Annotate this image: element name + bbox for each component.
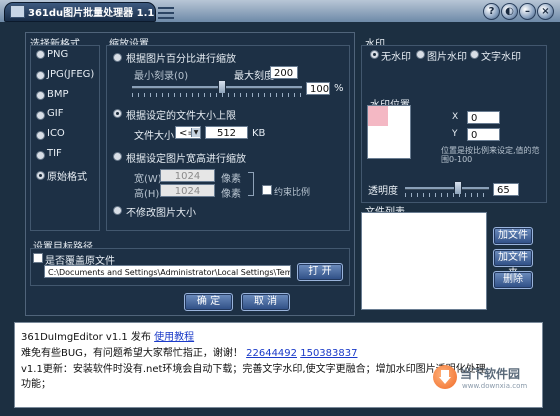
- percent-slider[interactable]: [132, 86, 302, 89]
- log-line-2: 难免有些BUG，有问题希望大家帮忙指正，谢谢！ 22644492 1503838…: [21, 344, 357, 359]
- height-input[interactable]: 1024: [160, 184, 215, 197]
- window-title: 361du图片批量处理器 1.1: [28, 8, 155, 19]
- resize-radio-filesize[interactable]: [113, 109, 122, 118]
- info-log: 361DuImgEditor v1.1 发布 使用教程 难免有些BUG，有问题希…: [14, 322, 543, 408]
- watermark-option-label: 无水印: [381, 52, 411, 63]
- format-label: ICO: [47, 128, 65, 139]
- y-input[interactable]: 0: [467, 128, 500, 141]
- width-unit: 像素: [221, 174, 241, 185]
- position-hint: 位置是按比例来设定,值的范围0-100: [441, 146, 540, 164]
- height-unit: 像素: [221, 189, 241, 200]
- x-label: X: [452, 112, 459, 122]
- filesize-label: 文件大小: [134, 131, 174, 142]
- format-label: TIF: [47, 148, 62, 159]
- app-icon: [10, 5, 25, 18]
- format-radio-png[interactable]: [36, 50, 45, 59]
- watermark-position-preview[interactable]: [367, 105, 411, 159]
- watermark-radio-image[interactable]: [416, 50, 425, 59]
- max-scale-input[interactable]: 200: [270, 66, 298, 79]
- format-radio-tif[interactable]: [36, 151, 45, 160]
- app-window: 361du图片批量处理器 1.1 ? ◐ – × 选择新格式 PNG JPG(J…: [0, 0, 560, 416]
- resize-option-label: 不修改图片大小: [126, 208, 196, 219]
- format-radio-gif[interactable]: [36, 111, 45, 120]
- close-icon[interactable]: ×: [537, 3, 554, 20]
- resize-option-label: 根据图片百分比进行缩放: [126, 54, 236, 65]
- watermark-radio-text[interactable]: [470, 50, 479, 59]
- add-folder-button[interactable]: 加文件夹: [493, 249, 533, 279]
- keep-ratio-checkbox[interactable]: [262, 185, 272, 195]
- resize-option-label: 根据设定的文件大小上限: [126, 111, 236, 122]
- filesize-unit: KB: [252, 128, 266, 139]
- format-radio-jpg[interactable]: [36, 71, 45, 80]
- theme-icon[interactable]: ◐: [501, 3, 518, 20]
- add-file-button[interactable]: 加文件: [493, 227, 533, 245]
- filesize-input[interactable]: 512: [205, 126, 248, 139]
- ok-button[interactable]: 确 定: [184, 293, 233, 311]
- max-scale-label: 最大刻度: [234, 71, 274, 82]
- tutorial-link[interactable]: 使用教程: [154, 332, 194, 343]
- chevron-down-icon[interactable]: ▼: [191, 128, 200, 137]
- format-label: JPG(JFEG): [47, 69, 95, 80]
- width-input[interactable]: 1024: [160, 169, 215, 182]
- cancel-button[interactable]: 取 消: [241, 293, 290, 311]
- percent-unit: %: [334, 83, 344, 94]
- percent-slider-ticks: [132, 93, 302, 97]
- file-list[interactable]: [361, 212, 487, 310]
- qq-group-link[interactable]: 150383837: [300, 348, 357, 359]
- target-path-input[interactable]: C:\Documents and Settings\Administrator\…: [44, 265, 291, 278]
- overwrite-checkbox[interactable]: [33, 253, 43, 263]
- link-bracket: [248, 172, 254, 196]
- height-label: 高(H): [134, 189, 160, 200]
- release-text: 361DuImgEditor v1.1 发布: [21, 332, 151, 343]
- min-scale-label: 最小刻录(0): [134, 71, 189, 82]
- help-icon[interactable]: ?: [483, 3, 500, 20]
- x-input[interactable]: 0: [467, 111, 500, 124]
- percent-slider-thumb[interactable]: [218, 80, 226, 94]
- opacity-slider[interactable]: [405, 187, 489, 190]
- bug-notice-text: 难免有些BUG，有问题希望大家帮忙指正，谢谢！: [21, 348, 243, 359]
- log-line-1: 361DuImgEditor v1.1 发布 使用教程: [21, 328, 194, 343]
- format-label: PNG: [47, 49, 69, 60]
- resize-radio-percent[interactable]: [113, 53, 122, 62]
- opacity-input[interactable]: 65: [493, 183, 519, 196]
- y-label: Y: [452, 129, 458, 139]
- format-label: BMP: [47, 89, 69, 100]
- minimize-icon[interactable]: –: [519, 3, 536, 20]
- title-bar[interactable]: 361du图片批量处理器 1.1 ? ◐ – ×: [0, 0, 560, 22]
- percent-input[interactable]: 100: [306, 82, 330, 95]
- format-radio-ico[interactable]: [36, 131, 45, 140]
- delete-button[interactable]: 删除: [493, 271, 533, 289]
- log-line-4: 功能；: [21, 379, 51, 390]
- log-line-3: v1.1更新：安装软件时没有.net环境会自动下载；完善文字水印,使文字更融合；…: [21, 364, 486, 375]
- open-button[interactable]: 打 开: [297, 263, 343, 281]
- width-label: 宽(W): [134, 174, 162, 185]
- menu-icon[interactable]: [158, 7, 174, 19]
- format-radio-bmp[interactable]: [36, 91, 45, 100]
- format-radio-original[interactable]: [36, 171, 45, 180]
- keep-ratio-label: 约束比例: [274, 188, 311, 198]
- qq-group-link[interactable]: 22644492: [246, 348, 297, 359]
- watermark-option-label: 图片水印: [427, 52, 467, 63]
- resize-option-label: 根据设定图片宽高进行缩放: [126, 154, 246, 165]
- download-logo-icon: [433, 365, 457, 389]
- opacity-label: 透明度: [368, 186, 398, 197]
- format-label: GIF: [47, 108, 64, 119]
- watermark-option-label: 文字水印: [481, 52, 521, 63]
- resize-radio-dimensions[interactable]: [113, 152, 122, 161]
- site-logo-text: 当下软件园: [460, 367, 521, 381]
- resize-radio-none[interactable]: [113, 206, 122, 215]
- watermark-position-marker: [368, 106, 388, 126]
- watermark-radio-none[interactable]: [370, 50, 379, 59]
- site-logo-url: www.downxia.com: [462, 382, 528, 390]
- format-label: 原始格式: [47, 172, 87, 183]
- opacity-slider-ticks: [405, 193, 489, 197]
